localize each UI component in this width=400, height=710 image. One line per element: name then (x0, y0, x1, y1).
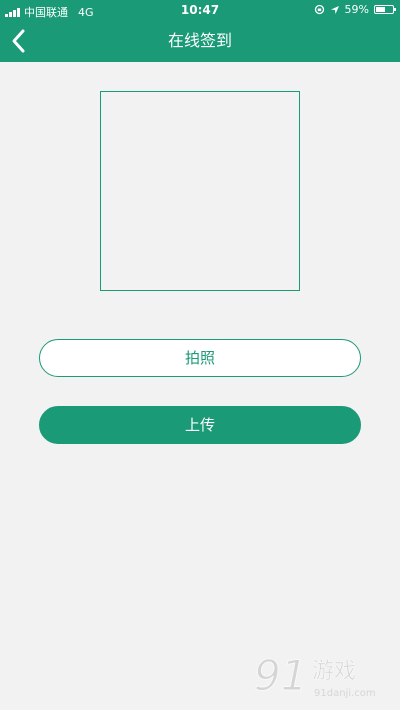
location-icon (330, 5, 339, 14)
watermark-logo: 91 游戏 91danji.com (254, 651, 376, 701)
battery-icon (374, 5, 396, 14)
rotation-lock-icon (314, 4, 324, 15)
take-photo-button[interactable]: 拍照 (39, 339, 361, 377)
nav-bar: 在线签到 (0, 20, 400, 62)
watermark-number: 91 (254, 651, 307, 700)
status-right: 59% (314, 3, 396, 16)
battery-level (376, 7, 386, 12)
header: 中国联通 4G 10:47 59% 在线签到 (0, 0, 400, 62)
status-bar: 中国联通 4G 10:47 59% (0, 0, 400, 20)
page-title: 在线签到 (167, 31, 232, 50)
battery-percent: 59% (344, 3, 369, 16)
watermark-brand: 游戏 (312, 659, 356, 684)
watermark-url: 91danji.com (314, 688, 376, 699)
upload-button[interactable]: 上传 (39, 406, 361, 444)
photo-preview-frame[interactable] (100, 91, 300, 291)
